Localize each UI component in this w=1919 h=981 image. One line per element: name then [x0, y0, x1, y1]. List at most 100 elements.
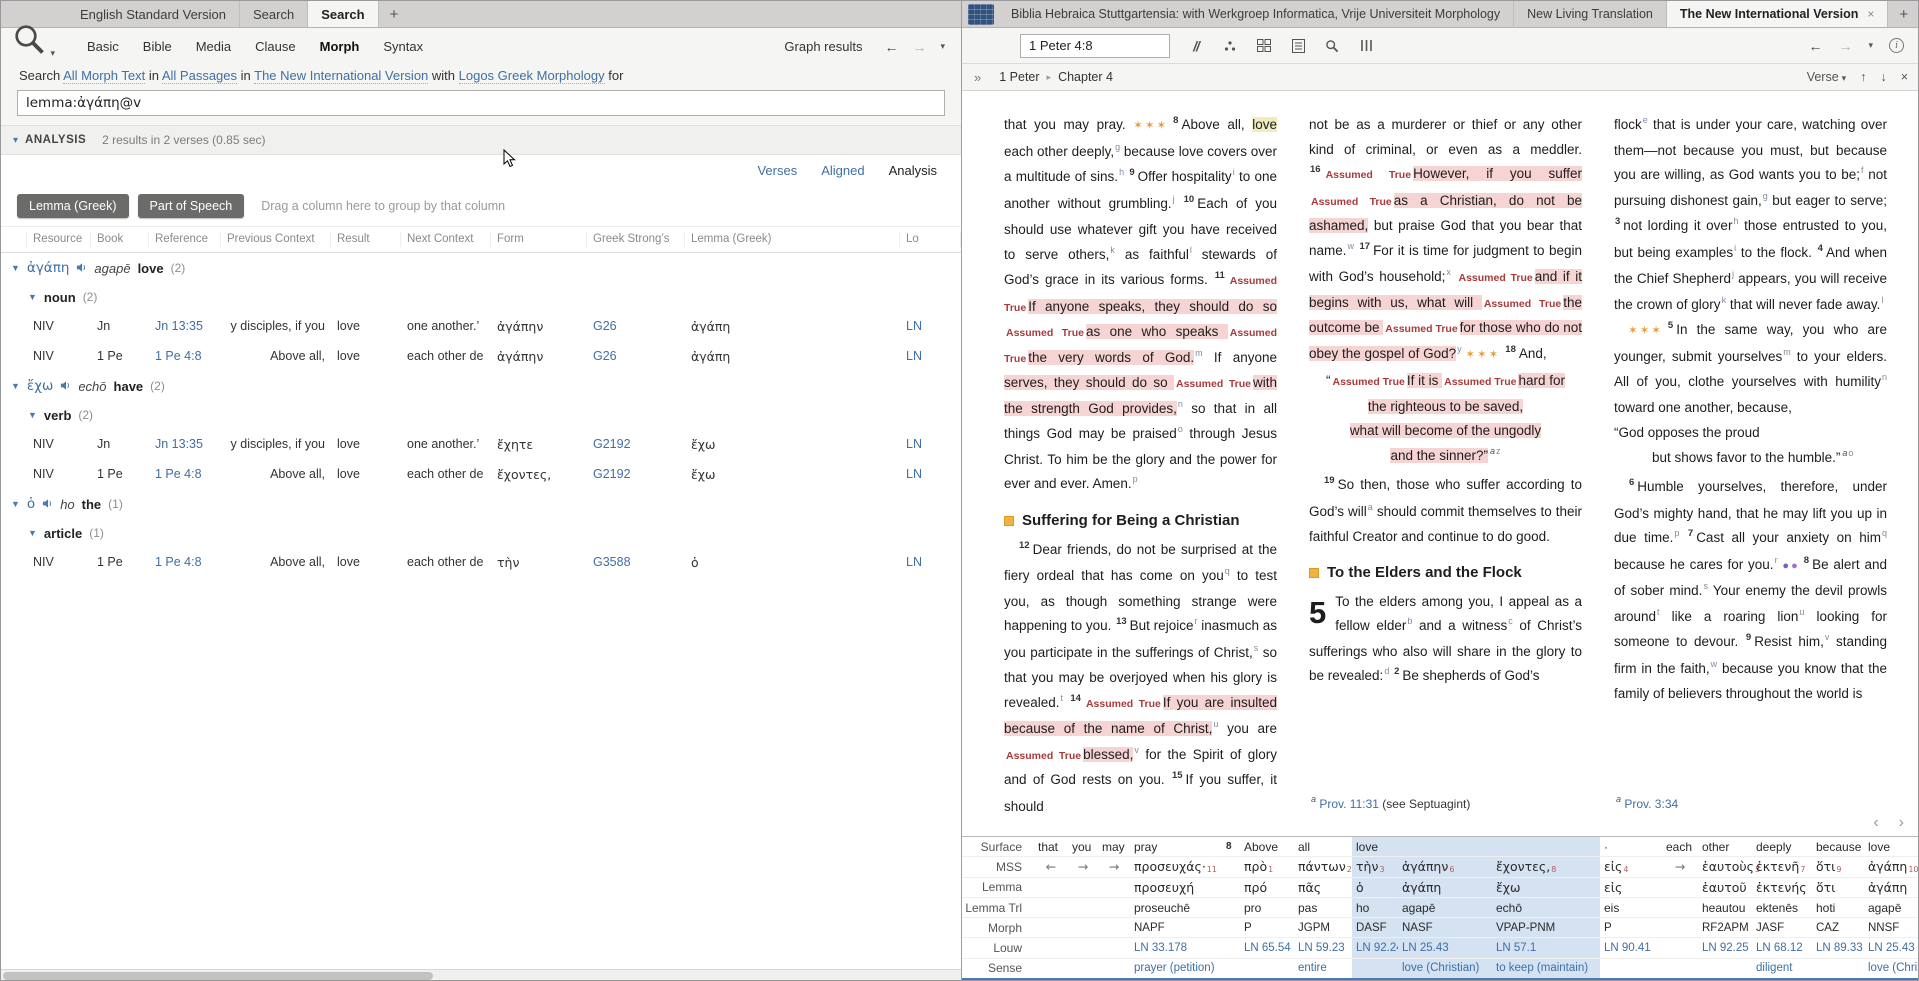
tab-biblia-hebraica-stuttgartensia-with-werk[interactable]: Biblia Hebraica Stuttgartensia: with Wer…: [998, 1, 1515, 27]
crossref-letter[interactable]: l: [1881, 295, 1883, 305]
crossref-letter[interactable]: q: [1882, 528, 1887, 538]
interlinear-cell[interactable]: ἔχω: [1492, 877, 1600, 897]
pos-group-row[interactable]: ▼ article (1): [1, 519, 961, 547]
crossref-letter[interactable]: s: [1703, 581, 1708, 591]
search-mode-morph[interactable]: Morph: [320, 39, 360, 54]
next-article-icon[interactable]: ↓: [1880, 70, 1886, 84]
collapse-triangle-icon[interactable]: ▾: [13, 135, 18, 146]
tab-search[interactable]: Search: [240, 1, 309, 27]
interlinear-cell[interactable]: πάντων 2: [1294, 857, 1352, 876]
cell-strong[interactable]: G2192: [587, 467, 685, 481]
forward-arrow-icon[interactable]: →: [912, 39, 926, 55]
interlinear-cell[interactable]: εἰς 4: [1600, 857, 1662, 876]
interlinear-cell[interactable]: JGPM: [1294, 918, 1352, 937]
column-header-result[interactable]: Result: [331, 232, 401, 247]
crossref-letter[interactable]: k: [1110, 245, 1115, 255]
interlinear-cell[interactable]: →: [1662, 857, 1698, 876]
resource-icon[interactable]: [968, 4, 994, 25]
interlinear-cell[interactable]: entire: [1294, 959, 1352, 978]
cell-form[interactable]: τὴν: [491, 555, 587, 570]
back-arrow-icon[interactable]: ←: [884, 39, 898, 55]
interlinear-cell[interactable]: diligent: [1752, 959, 1812, 978]
interlinear-cell[interactable]: ἀγάπην 6: [1398, 857, 1492, 877]
next-page-icon[interactable]: ›: [1899, 814, 1904, 832]
crossref-letter[interactable]: d: [1384, 666, 1389, 676]
column-header-icon[interactable]: [1, 232, 27, 247]
interlinear-cell[interactable]: πᾶς: [1294, 878, 1352, 897]
crossref-letter[interactable]: v: [1825, 632, 1830, 642]
scope-link-logos-greek-morphology[interactable]: Logos Greek Morphology: [458, 68, 605, 84]
interlinear-cell[interactable]: ἀγάπη: [1398, 877, 1492, 897]
interlinear-cell[interactable]: pas: [1294, 898, 1352, 917]
breadcrumb-book[interactable]: 1 Peter: [999, 70, 1039, 84]
interlinear-cell[interactable]: pro: [1240, 898, 1294, 917]
crossref-letter[interactable]: j: [1173, 194, 1175, 204]
tab-the-new-international-version[interactable]: The New International Version ×: [1666, 1, 1889, 27]
search-mode-media[interactable]: Media: [196, 39, 231, 54]
cell-louw[interactable]: LN: [900, 467, 961, 481]
crossref-letter[interactable]: i: [1233, 167, 1235, 177]
crossref-letter[interactable]: b: [1407, 616, 1412, 626]
column-header-form[interactable]: Form: [491, 232, 587, 247]
interlinear-cell[interactable]: →: [1068, 857, 1098, 876]
assumed-true-label[interactable]: Assumed True: [1458, 272, 1532, 284]
graph-results-link[interactable]: Graph results: [784, 39, 862, 54]
crossref-letter[interactable]: z: [1496, 446, 1501, 456]
horizontal-scrollbar[interactable]: [1, 969, 961, 980]
group-chip-part-of-speech[interactable]: Part of Speech: [137, 193, 245, 218]
interlinear-cell[interactable]: ἀγάπη 10: [1864, 857, 1918, 876]
view-aligned[interactable]: Aligned: [821, 163, 864, 178]
interlinear-cell[interactable]: hoti: [1812, 898, 1864, 917]
view-verses[interactable]: Verses: [757, 163, 797, 178]
interlinear-cell[interactable]: ·: [1600, 837, 1662, 856]
interlinear-cell[interactable]: LN 59.23: [1294, 938, 1352, 957]
crossref-letter[interactable]: h: [1119, 167, 1124, 177]
crossref-letter[interactable]: u: [1799, 607, 1804, 617]
page-view-icon[interactable]: [1288, 38, 1308, 53]
interlinear-cell[interactable]: LN 33.178: [1130, 938, 1222, 957]
interlinear-cell[interactable]: ὁ: [1352, 877, 1398, 897]
crossref-letter[interactable]: r: [1194, 616, 1197, 626]
crossref-letter[interactable]: p: [1674, 528, 1679, 538]
pronounce-speaker-icon[interactable]: [76, 261, 87, 276]
crossref-letter[interactable]: w: [1348, 241, 1355, 251]
crossref-letter[interactable]: a: [1368, 502, 1373, 512]
cell-strong[interactable]: G2192: [587, 437, 685, 451]
interlinear-cell[interactable]: prayer (petition): [1130, 959, 1222, 978]
footnote-marker[interactable]: a: [1311, 794, 1316, 804]
close-panel-icon[interactable]: ×: [1901, 70, 1908, 84]
interlinear-cell[interactable]: LN 92.25: [1698, 938, 1752, 957]
new-tab-button[interactable]: +: [379, 1, 410, 27]
lemma-group-row[interactable]: ▼ ἔχω echō have (2): [1, 371, 961, 401]
interlinear-cell[interactable]: each: [1662, 837, 1698, 856]
column-header-previous-context[interactable]: Previous Context: [221, 232, 331, 247]
scrollbar-thumb[interactable]: [3, 972, 433, 980]
interlinear-cell[interactable]: 8: [1222, 837, 1240, 856]
view-analysis[interactable]: Analysis: [889, 163, 937, 178]
column-header-lemma-greek[interactable]: Lemma (Greek): [685, 232, 900, 247]
crossref-letter[interactable]: s: [1254, 643, 1259, 653]
interlinear-cell[interactable]: →: [1098, 857, 1130, 876]
crossref-letter[interactable]: i: [1734, 243, 1736, 253]
lemma-group-row[interactable]: ▼ ἀγάπη agapē love (2): [1, 253, 961, 283]
interlinear-cell[interactable]: JASF: [1752, 918, 1812, 937]
scope-link-the-new-international-version[interactable]: The New International Version: [254, 68, 429, 84]
interlinear-cell[interactable]: ho: [1352, 897, 1398, 918]
interlinear-cell[interactable]: eis: [1600, 898, 1662, 917]
collapse-triangle-icon[interactable]: ▼: [28, 528, 37, 538]
crossref-letter[interactable]: m: [1783, 347, 1791, 357]
interlinear-cell[interactable]: πρό: [1240, 878, 1294, 897]
assumed-true-label[interactable]: Assumed True: [1006, 327, 1084, 339]
forward-arrow-icon[interactable]: →: [1838, 38, 1852, 54]
interlinear-cell[interactable]: LN 25.43: [1864, 938, 1918, 957]
cell-strong[interactable]: G3588: [587, 555, 685, 569]
crossref-letter[interactable]: x: [1446, 267, 1451, 277]
footnote-reference-link[interactable]: Prov. 11:31: [1319, 797, 1379, 811]
assumed-true-label[interactable]: Assumed True: [1176, 378, 1251, 390]
breadcrumb-chapter[interactable]: Chapter 4: [1058, 70, 1113, 84]
interlinear-cell[interactable]: ὅτι 9: [1812, 857, 1864, 876]
result-row[interactable]: NIV 1 Pe 1 Pe 4:8 Above all, love each other …: [1, 459, 961, 489]
search-query-input[interactable]: [17, 90, 945, 116]
cell-louw[interactable]: LN: [900, 555, 961, 569]
search-mode-syntax[interactable]: Syntax: [383, 39, 423, 54]
